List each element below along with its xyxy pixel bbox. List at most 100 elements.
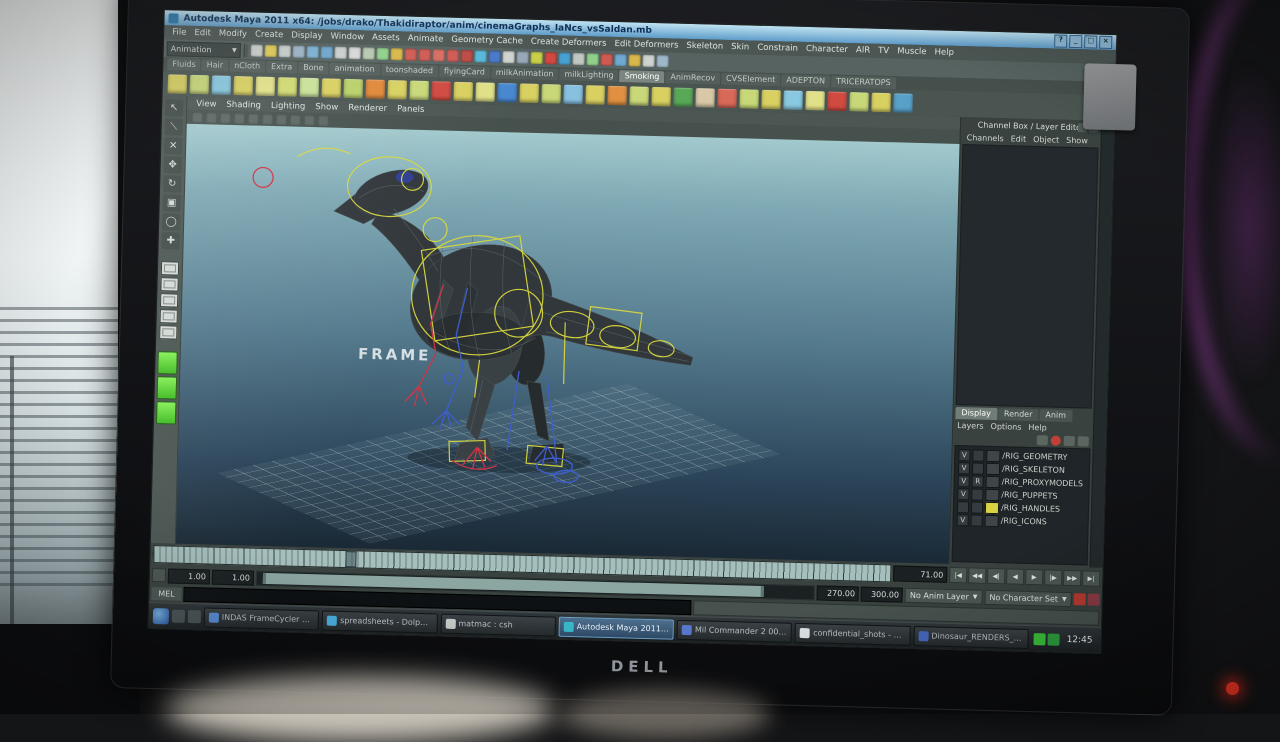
layer-mode-toggle[interactable]: [972, 449, 984, 461]
shelf-tool-icon[interactable]: [212, 75, 231, 94]
menu-item[interactable]: Edit: [190, 28, 215, 39]
shelf-tool-icon[interactable]: [607, 85, 626, 104]
status-tool-icon[interactable]: [419, 49, 431, 61]
layout-persp-outliner-button[interactable]: [160, 293, 178, 307]
menu-item[interactable]: Display: [287, 30, 327, 41]
layer-mode-toggle[interactable]: [971, 501, 983, 513]
shelf-tab[interactable]: Extra: [266, 61, 297, 74]
status-tool-icon[interactable]: [502, 51, 514, 63]
playback-button[interactable]: |◀: [949, 567, 967, 583]
menu-item[interactable]: Skeleton: [682, 41, 727, 52]
status-tool-icon[interactable]: [349, 47, 361, 59]
taskbar-clock[interactable]: 12:45: [1063, 634, 1097, 645]
layer-color-swatch[interactable]: [985, 488, 999, 500]
task-button[interactable]: Autodesk Maya 2011 x64: /jobs/drako…: [558, 616, 674, 639]
status-tool-icon[interactable]: [544, 52, 556, 64]
show-desktop-icon[interactable]: [188, 610, 201, 623]
status-tool-icon[interactable]: [572, 53, 584, 65]
status-tool-icon[interactable]: [488, 51, 500, 63]
custom-green-button-2[interactable]: [157, 376, 178, 400]
status-tool-icon[interactable]: [293, 46, 305, 58]
custom-green-button-3[interactable]: [156, 401, 177, 425]
shelf-tool-icon[interactable]: [475, 82, 494, 101]
status-tool-icon[interactable]: [433, 49, 445, 61]
menu-item[interactable]: Animate: [404, 33, 448, 44]
task-button[interactable]: matmac : csh: [440, 613, 556, 636]
playback-button[interactable]: ◀|: [987, 568, 1005, 584]
layer-editor-tab[interactable]: Display: [955, 407, 997, 420]
viewport-canvas[interactable]: FRAME: [176, 124, 960, 564]
window-control-button[interactable]: □: [1084, 35, 1097, 48]
new-layer-button[interactable]: [1064, 436, 1075, 446]
panel-tool-icon[interactable]: [262, 113, 273, 124]
playback-button[interactable]: ▶: [1025, 569, 1043, 585]
menu-item[interactable]: Geometry Cache: [447, 35, 527, 47]
menu-item[interactable]: Muscle: [893, 46, 931, 57]
layout-four-view-button[interactable]: [160, 277, 178, 291]
task-button[interactable]: spreadsheets - Dolphin: [322, 610, 438, 633]
shelf-tool-icon[interactable]: [695, 88, 714, 107]
status-tool-icon[interactable]: [279, 45, 291, 57]
layer-visibility-toggle[interactable]: V: [957, 514, 969, 526]
status-tool-icon[interactable]: [251, 44, 263, 56]
status-tool-icon[interactable]: [530, 52, 542, 64]
shelf-tool-icon[interactable]: [563, 84, 582, 103]
layer-mode-toggle[interactable]: [971, 514, 983, 526]
shelf-tab[interactable]: nCloth: [229, 60, 265, 73]
menu-item[interactable]: Constrain: [753, 43, 802, 54]
task-button[interactable]: Mil Commander 2 001 - /jobs/dr…: [677, 619, 793, 642]
character-set-dropdown[interactable]: No Character Set ▼: [984, 589, 1072, 606]
shelf-tool-icon[interactable]: [651, 86, 670, 105]
status-tool-icon[interactable]: [307, 46, 319, 58]
playback-end-field[interactable]: 270.00: [817, 585, 859, 601]
status-tool-icon[interactable]: [377, 48, 389, 60]
tool-icon[interactable]: ◯: [162, 213, 180, 230]
playback-button[interactable]: |▶: [1044, 569, 1062, 585]
status-tool-icon[interactable]: [628, 54, 640, 66]
new-layer-selected-button[interactable]: [1078, 436, 1089, 446]
shelf-tool-icon[interactable]: [278, 77, 297, 96]
layer-mode-toggle[interactable]: R: [972, 475, 984, 487]
menu-item[interactable]: Window: [326, 31, 368, 42]
shelf-tool-icon[interactable]: [805, 90, 824, 109]
status-tool-icon[interactable]: [656, 55, 668, 67]
shelf-tab[interactable]: Bone: [298, 62, 329, 75]
window-control-button[interactable]: ×: [1099, 36, 1112, 49]
panel-tool-icon[interactable]: [206, 112, 217, 123]
shelf-tool-icon[interactable]: [322, 78, 341, 97]
new-empty-layer-button[interactable]: [1051, 436, 1061, 446]
panel-menu-item[interactable]: Show: [311, 102, 342, 113]
shelf-tool-icon[interactable]: [300, 77, 319, 96]
range-options-button[interactable]: [152, 568, 166, 582]
tool-icon[interactable]: ⟍: [164, 118, 182, 135]
panel-tool-icon[interactable]: [248, 113, 259, 124]
status-tool-icon[interactable]: [335, 47, 347, 59]
move-layer-up-button[interactable]: [1037, 435, 1048, 445]
panel-tool-icon[interactable]: [290, 114, 301, 125]
shelf-tool-icon[interactable]: [519, 83, 538, 102]
panel-tool-icon[interactable]: [276, 114, 287, 125]
layer-color-swatch[interactable]: [986, 462, 1000, 474]
playback-button[interactable]: ◀◀: [968, 567, 986, 583]
range-start-field[interactable]: 1.00: [168, 568, 210, 584]
layer-mode-toggle[interactable]: [972, 462, 984, 474]
shelf-tool-icon[interactable]: [541, 84, 560, 103]
custom-green-button-1[interactable]: [157, 351, 178, 375]
desktop-pager-icon[interactable]: [172, 610, 185, 623]
shelf-tool-icon[interactable]: [783, 90, 802, 109]
menu-item[interactable]: Assets: [368, 33, 404, 44]
menu-item[interactable]: Edit Deformers: [610, 39, 682, 51]
channel-box-empty-area[interactable]: [956, 144, 1099, 408]
menu-item[interactable]: TV: [874, 46, 893, 56]
layer-visibility-toggle[interactable]: V: [958, 449, 970, 461]
playback-start-field[interactable]: 1.00: [212, 569, 254, 585]
layer-visibility-toggle[interactable]: [957, 501, 969, 513]
shelf-tool-icon[interactable]: [629, 86, 648, 105]
anim-layer-dropdown[interactable]: No Anim Layer ▼: [905, 587, 983, 604]
playback-button[interactable]: ▶▶: [1063, 570, 1081, 586]
layer-color-swatch[interactable]: [986, 475, 1000, 487]
status-tool-icon[interactable]: [516, 51, 528, 63]
layer-editor-menu-item[interactable]: Help: [1028, 422, 1046, 431]
panel-menu-item[interactable]: Shading: [222, 99, 265, 110]
panel-tool-icon[interactable]: [220, 112, 231, 123]
